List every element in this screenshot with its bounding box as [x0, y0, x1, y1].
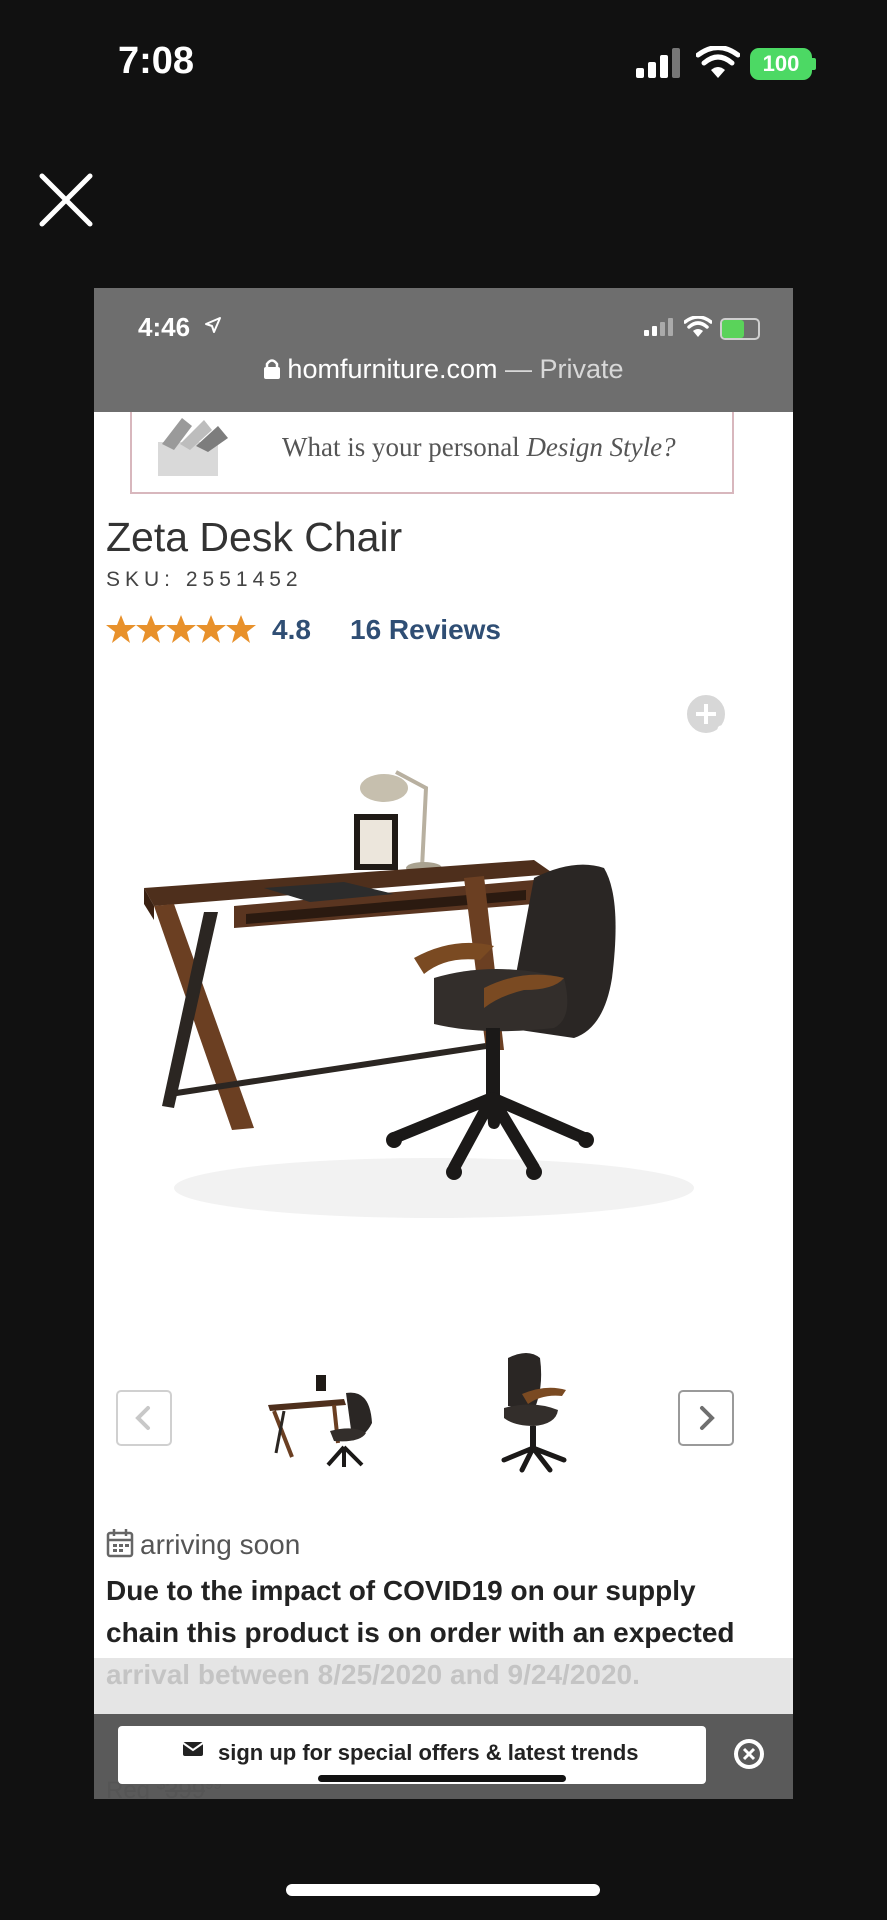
product-title: Zeta Desk Chair [106, 514, 403, 560]
inner-status-time: 4:46 [138, 312, 191, 342]
home-indicator[interactable] [286, 1884, 600, 1896]
chevron-left-icon [135, 1406, 150, 1430]
wifi-icon [696, 46, 740, 78]
close-icon[interactable] [38, 172, 94, 228]
star-rating [106, 615, 256, 643]
lock-icon [264, 359, 281, 379]
carousel-prev-button[interactable] [116, 1390, 172, 1446]
browser-header: 4:46 homfurniture.com — Private [94, 288, 793, 412]
embedded-screenshot: 4:46 homfurniture.com — Private What is … [94, 288, 793, 1799]
address-bar[interactable]: homfurniture.com — Private [94, 354, 793, 385]
inner-wifi-icon [684, 316, 712, 337]
star-icon [226, 615, 256, 643]
url-domain: homfurniture.com [287, 354, 498, 384]
carousel-next-button[interactable] [678, 1390, 734, 1446]
availability-label: arriving soon [140, 1529, 301, 1560]
status-time: 7:08 [118, 40, 195, 82]
battery-icon: 100 [750, 48, 812, 80]
reviews-link[interactable]: 16 Reviews [350, 614, 501, 646]
star-icon [166, 615, 196, 643]
product-sku: SKU: 2551452 [106, 568, 303, 591]
star-icon [106, 615, 136, 643]
availability-status: arriving soon [106, 1528, 300, 1561]
inner-signal-icon [644, 318, 673, 336]
swatch-logo [158, 418, 228, 476]
envelope-icon [182, 1742, 204, 1756]
thumbnail-desk-chair[interactable] [264, 1353, 380, 1473]
star-icon [196, 615, 226, 643]
rating-value: 4.8 [272, 614, 311, 645]
dismiss-icon[interactable] [731, 1736, 767, 1772]
signal-icon [636, 48, 680, 78]
scroll-fade-overlay [94, 1658, 793, 1714]
location-arrow-icon [205, 317, 221, 333]
inner-battery-fill [722, 320, 744, 338]
design-style-banner[interactable]: What is your personal Design Style? [130, 412, 734, 494]
private-mode-label: — Private [505, 354, 624, 384]
star-icon [136, 615, 166, 643]
chevron-right-icon [700, 1406, 715, 1430]
battery-tip [812, 58, 816, 70]
thumbnail-chair[interactable] [494, 1348, 584, 1474]
product-image [144, 770, 694, 1218]
inner-home-indicator [318, 1775, 566, 1782]
banner-text: What is your personal Design Style? [282, 432, 676, 462]
calendar-icon [106, 1529, 134, 1558]
signup-label: sign up for special offers & latest tren… [218, 1740, 639, 1765]
